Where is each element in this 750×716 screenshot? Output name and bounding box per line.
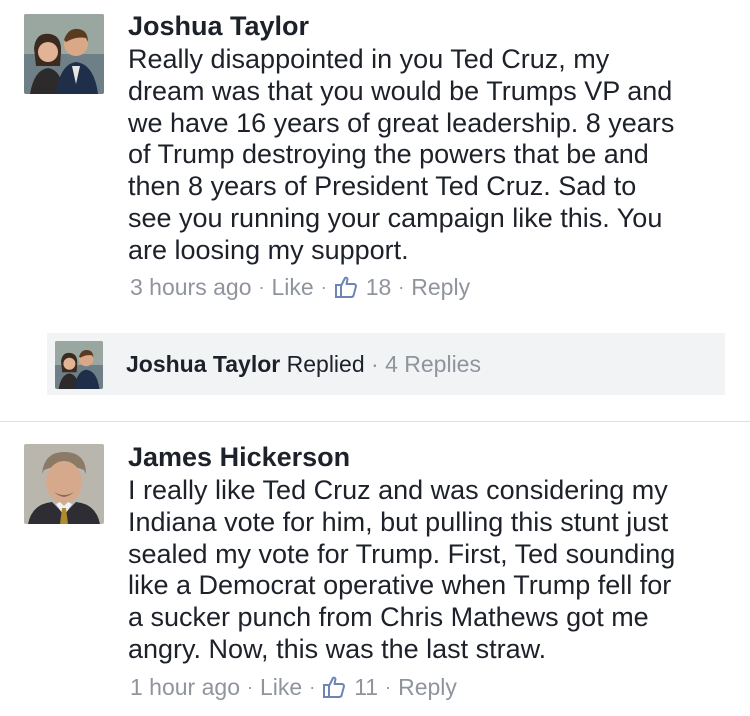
replies-count[interactable]: 4 Replies xyxy=(385,351,481,377)
reply-action: Replied xyxy=(286,351,365,377)
comment-timestamp[interactable]: 3 hours ago xyxy=(130,273,251,301)
separator: · xyxy=(371,351,379,377)
man-portrait-icon xyxy=(24,444,104,524)
thumbs-up-icon[interactable] xyxy=(322,675,346,699)
like-button[interactable]: Like xyxy=(260,673,302,701)
separator: · xyxy=(258,277,265,297)
avatar[interactable] xyxy=(24,14,104,94)
like-count[interactable]: 18 xyxy=(366,273,392,301)
reply-button[interactable]: Reply xyxy=(398,673,457,701)
avatar[interactable] xyxy=(24,444,104,524)
separator: · xyxy=(385,677,392,697)
comment-meta: 3 hours ago · Like · 18 · Reply xyxy=(130,273,470,301)
comment-text: I really like Ted Cruz and was consideri… xyxy=(128,475,676,664)
comment-author[interactable]: James Hickerson xyxy=(128,441,350,473)
like-count[interactable]: 11 xyxy=(354,673,378,701)
reply-avatar xyxy=(55,341,103,389)
separator: · xyxy=(309,677,316,697)
comment-timestamp[interactable]: 1 hour ago xyxy=(130,673,240,701)
comment-text: Really disappointed in you Ted Cruz, my … xyxy=(128,44,675,265)
comment-author[interactable]: Joshua Taylor xyxy=(128,10,309,42)
couple-photo-icon xyxy=(24,14,104,94)
comment-divider xyxy=(0,421,750,422)
thumbs-up-icon[interactable] xyxy=(334,275,358,299)
reply-button[interactable]: Reply xyxy=(411,273,470,301)
replies-summary: Joshua Taylor Replied · 4 Replies xyxy=(126,349,481,379)
like-button[interactable]: Like xyxy=(271,273,313,301)
comment-meta: 1 hour ago · Like · 11 · Reply xyxy=(130,673,457,701)
couple-photo-icon xyxy=(55,341,103,389)
view-replies-bar[interactable]: Joshua Taylor Replied · 4 Replies xyxy=(47,333,725,395)
reply-author[interactable]: Joshua Taylor xyxy=(126,351,280,377)
separator: · xyxy=(398,277,405,297)
separator: · xyxy=(246,677,253,697)
separator: · xyxy=(320,277,327,297)
